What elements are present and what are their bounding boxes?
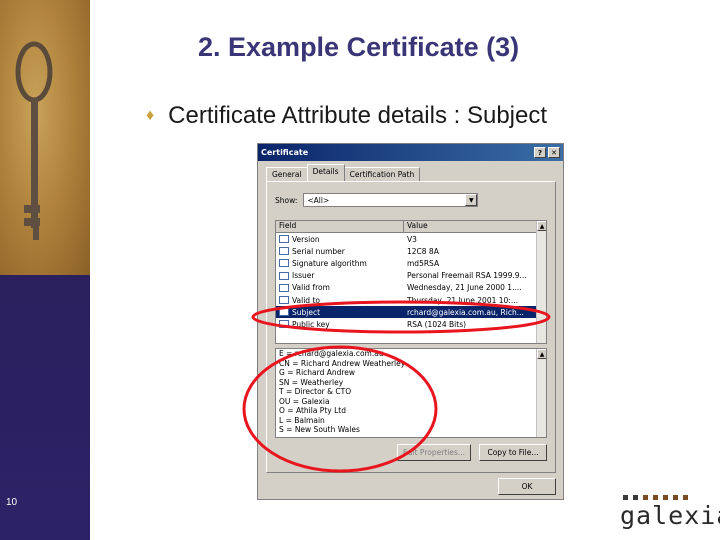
detail-line: S = New South Wales [279,425,360,434]
row-value: rchard@galexia.com.au, Rich... [407,307,524,317]
row-field: Issuer [292,271,315,281]
detail-line: SN = Weatherley [279,377,344,387]
row-value: RSA (1024 Bits) [407,319,467,329]
tab-strip: General Details Certification Path [266,164,421,181]
certificate-field-icon [279,259,289,268]
table-row-selected[interactable]: Subject rchard@galexia.com.au, Rich... [276,306,546,319]
tab-details[interactable]: Details [306,164,345,181]
bullet-item: ♦ Certificate Attribute details : Subjec… [146,102,547,130]
show-select[interactable]: <All> ▼ [303,193,479,207]
details-panel: Show: <All> ▼ Field Value Version V3 Ser… [266,181,556,473]
row-field: Version [292,234,320,244]
certificate-field-icon [279,308,289,317]
edit-properties-button[interactable]: Edit Properties... [397,444,471,461]
detail-line: G = Richard Andrew [279,368,356,377]
diamond-bullet-icon: ♦ [146,107,155,124]
fields-list[interactable]: Field Value Version V3 Serial number 12C… [275,220,547,344]
detail-line: L = Balmain [279,415,325,425]
galexia-logo: galexia [620,495,720,540]
chevron-down-icon[interactable]: ▼ [465,194,478,206]
row-field: Public key [292,319,330,329]
tab-general[interactable]: General [266,167,308,181]
column-header-value[interactable]: Value [404,221,534,232]
close-button[interactable]: ✕ [548,147,560,158]
detail-line: T = Director & CTO [279,387,352,396]
row-field: Valid to [292,295,320,305]
certificate-field-icon [279,247,289,256]
copy-to-file-button[interactable]: Copy to File... [479,444,547,461]
row-value: V3 [407,234,417,244]
table-row[interactable]: Public key RSA (1024 Bits) [276,318,546,330]
dialog-titlebar[interactable]: Certificate ? ✕ [258,144,563,161]
left-decoration-strip: 10 [0,0,90,540]
certificate-field-icon [279,235,289,244]
key-photo [0,0,90,275]
row-value: Wednesday, 21 June 2000 1.... [407,283,522,293]
column-header-field[interactable]: Field [276,221,404,232]
show-filter: Show: <All> ▼ [275,193,479,207]
scroll-up-icon[interactable]: ▲ [537,221,546,231]
field-details-box[interactable]: E = rchard@galexia.com.au CN = Richard A… [275,348,547,438]
scroll-up-icon[interactable]: ▲ [537,349,546,359]
row-field: Valid from [292,283,330,293]
details-scrollbar[interactable]: ▲ [536,349,546,437]
row-value: md5RSA [407,258,440,268]
certificate-field-icon [279,320,289,329]
key-image [15,41,53,240]
slide-number: 10 [6,497,18,508]
table-row[interactable]: Valid to Thursday, 21 June 2001 10:... [276,294,546,306]
table-row[interactable]: Version V3 [276,233,546,245]
fields-scrollbar[interactable]: ▲ [536,221,546,343]
show-label: Show: [275,195,298,205]
list-header: Field Value [276,221,546,233]
row-field: Subject [292,307,321,317]
table-row[interactable]: Serial number 12C8 8A [276,245,546,257]
certificate-dialog: Certificate ? ✕ General Details Certific… [257,143,564,500]
certificate-field-icon [279,296,289,305]
logo-dots [623,495,720,500]
detail-line: OU = Galexia [279,396,330,406]
table-row[interactable]: Signature algorithm md5RSA [276,257,546,269]
row-field: Serial number [292,246,345,256]
logo-text: galexia [620,501,720,530]
row-value: 12C8 8A [407,246,439,256]
detail-line: O = Athila Pty Ltd [279,406,346,415]
certificate-field-icon [279,271,289,280]
ok-button[interactable]: OK [498,478,556,495]
row-value: Personal Freemail RSA 1999.9... [407,271,527,281]
bullet-text: Certificate Attribute details : Subject [168,102,548,129]
tab-certification-path[interactable]: Certification Path [343,167,421,181]
detail-line: E = rchard@galexia.com.au [279,349,384,358]
certificate-field-icon [279,283,289,292]
dialog-title: Certificate [261,148,309,157]
table-row[interactable]: Valid from Wednesday, 21 June 2000 1.... [276,282,546,294]
row-value: Thursday, 21 June 2001 10:... [407,295,518,305]
table-row[interactable]: Issuer Personal Freemail RSA 1999.9... [276,270,546,282]
slide-title: 2. Example Certificate (3) [198,32,520,62]
row-field: Signature algorithm [292,258,367,268]
show-select-value: <All> [307,195,330,205]
help-button[interactable]: ? [534,147,546,158]
detail-line: CN = Richard Andrew Weatherley [279,358,406,368]
